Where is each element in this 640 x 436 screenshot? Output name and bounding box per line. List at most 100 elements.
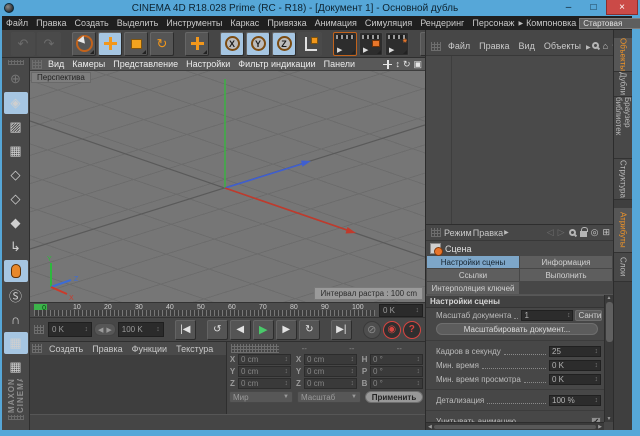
rot-h-field[interactable]: 0 ° ↕: [370, 354, 423, 365]
close-button[interactable]: ×: [606, 0, 638, 15]
am-menu-edit[interactable]: Правка: [473, 228, 503, 238]
history-back-icon[interactable]: ◁: [547, 227, 554, 238]
doc-scale-input[interactable]: 1 ↕: [521, 309, 574, 321]
snap-settings-icon[interactable]: ▦: [4, 356, 28, 378]
tab-info[interactable]: Информация: [520, 256, 612, 268]
menu-edit[interactable]: Правка: [32, 18, 70, 28]
fps-input[interactable]: 25 ↕: [549, 345, 601, 357]
panel-grip[interactable]: [431, 228, 441, 237]
horizontal-scrollbar[interactable]: ◀ ▶: [426, 422, 604, 430]
search-icon[interactable]: [568, 229, 576, 236]
space-select[interactable]: Мир ▼: [229, 391, 293, 403]
om-menu-objects[interactable]: Объекты: [540, 41, 585, 51]
tab-takes[interactable]: Дубли: [614, 72, 632, 97]
previous-frame-button[interactable]: ◀: [229, 319, 251, 340]
viewport-solo-icon[interactable]: [3, 260, 28, 282]
scroll-left-icon[interactable]: ◀: [428, 424, 432, 430]
pan-view-icon[interactable]: [383, 59, 393, 69]
last-tool-button[interactable]: [185, 31, 209, 56]
y-axis-lock-button[interactable]: Y: [246, 31, 270, 56]
tab-layers[interactable]: Слои: [614, 253, 632, 282]
range-nudge-buttons[interactable]: ◀ ▶: [94, 323, 116, 336]
menu-character[interactable]: Персонаж: [468, 18, 518, 28]
panel-grip[interactable]: [7, 60, 24, 65]
panel-grip[interactable]: [231, 343, 279, 353]
tab-objects[interactable]: Объекты: [614, 38, 632, 72]
z-axis-lock-button[interactable]: Z: [272, 31, 296, 56]
tab-scene-settings[interactable]: Настройки сцены: [427, 256, 519, 268]
search-icon[interactable]: [591, 42, 599, 49]
scroll-thumb[interactable]: [605, 302, 613, 342]
range-end-spinner[interactable]: 100 K ↕: [117, 322, 164, 337]
play-button[interactable]: ▶: [252, 319, 274, 340]
panel-grip[interactable]: [7, 415, 24, 420]
layout-select[interactable]: Стартовая ▼: [579, 17, 640, 29]
move-tool-button[interactable]: [98, 31, 122, 56]
menu-tools[interactable]: Инструменты: [162, 18, 226, 28]
panel-grip[interactable]: [431, 42, 441, 51]
rotate-view-icon[interactable]: ↻: [403, 59, 411, 70]
menu-select[interactable]: Выделить: [113, 18, 163, 28]
panel-grip[interactable]: [34, 325, 44, 334]
tab-execute[interactable]: Выполнить: [520, 269, 612, 281]
autokey-help-button[interactable]: ?: [402, 320, 421, 339]
next-frame-button[interactable]: ▶: [275, 319, 297, 340]
toggle-view-icon[interactable]: ▣: [413, 59, 422, 70]
scroll-right-icon[interactable]: ▶: [598, 424, 602, 430]
mesh-mode-icon[interactable]: ▦: [4, 140, 28, 162]
tab-key-interpolation[interactable]: Интерполяция ключей: [427, 282, 519, 294]
am-menu-mode[interactable]: Режим: [444, 228, 472, 238]
edges-mode-icon[interactable]: ◇: [4, 188, 28, 210]
next-icon[interactable]: ▶: [106, 326, 111, 334]
mat-menu-create[interactable]: Создать: [45, 344, 87, 354]
apply-button[interactable]: Применить: [365, 391, 423, 403]
material-list[interactable]: [30, 355, 226, 414]
tab-attributes[interactable]: Атрибуты: [614, 208, 632, 253]
panel-grip[interactable]: [32, 59, 42, 69]
render-settings-button[interactable]: * ▶: [385, 31, 409, 56]
snap-magnet-icon[interactable]: ∩: [4, 308, 28, 330]
record-keyframe-button[interactable]: ◉: [382, 320, 401, 339]
mat-menu-edit[interactable]: Правка: [88, 344, 126, 354]
menu-overflow-icon[interactable]: ▶: [586, 44, 591, 51]
undo-icon[interactable]: ↶: [11, 31, 35, 56]
scroll-down-icon[interactable]: ▼: [607, 416, 612, 422]
vp-menu-cameras[interactable]: Камеры: [68, 59, 109, 69]
texture-mode-icon[interactable]: ▨: [4, 116, 28, 138]
mode-select[interactable]: Масштаб ▼: [297, 391, 361, 403]
points-mode-icon[interactable]: ◇: [4, 164, 28, 186]
min-time-input[interactable]: 0 K ↕: [549, 359, 601, 371]
tab-structure[interactable]: Структура: [614, 159, 632, 200]
render-picture-viewer-button[interactable]: ▶: [359, 31, 383, 56]
vp-menu-view[interactable]: Вид: [44, 59, 68, 69]
prev-icon[interactable]: ◀: [98, 326, 103, 334]
vp-menu-display[interactable]: Представление: [109, 59, 182, 69]
size-z-field[interactable]: 0 cm ↕: [304, 378, 357, 389]
record-disabled-icon[interactable]: ⊘: [362, 320, 381, 339]
max-frame-spinner[interactable]: 0 K ↕: [379, 304, 423, 317]
menu-create[interactable]: Создать: [71, 18, 113, 28]
goto-end-button[interactable]: ▶|: [330, 319, 352, 340]
goto-start-button[interactable]: |◀: [174, 319, 196, 340]
view-label[interactable]: Перспектива: [31, 72, 91, 83]
history-forward-icon[interactable]: ▷: [558, 227, 565, 238]
vertical-scrollbar[interactable]: ▲ ▼: [604, 295, 613, 422]
play-backwards-button[interactable]: ↺: [206, 319, 228, 340]
pos-x-field[interactable]: 0 cm ↕: [238, 354, 291, 365]
menu-overflow-icon[interactable]: ▶: [504, 229, 509, 236]
menu-file[interactable]: Файл: [2, 18, 32, 28]
use-world-icon[interactable]: ⊕: [4, 68, 28, 90]
detail-input[interactable]: 100 % ↕: [549, 394, 601, 406]
live-selection-button[interactable]: [72, 31, 96, 56]
vp-menu-panels[interactable]: Панели: [320, 59, 359, 69]
lock-icon[interactable]: [579, 227, 588, 237]
menu-render[interactable]: Рендеринг: [416, 18, 468, 28]
om-menu-file[interactable]: Файл: [444, 41, 474, 51]
menu-animate[interactable]: Анимация: [311, 18, 361, 28]
om-menu-view[interactable]: Вид: [515, 41, 539, 51]
object-manager-list[interactable]: [426, 56, 613, 225]
preview-min-time-input[interactable]: 0 K ↕: [549, 373, 601, 385]
maximize-button[interactable]: □: [581, 0, 606, 15]
soft-selection-icon[interactable]: Ⓢ: [4, 284, 28, 306]
rot-p-field[interactable]: 0 ° ↕: [370, 366, 423, 377]
